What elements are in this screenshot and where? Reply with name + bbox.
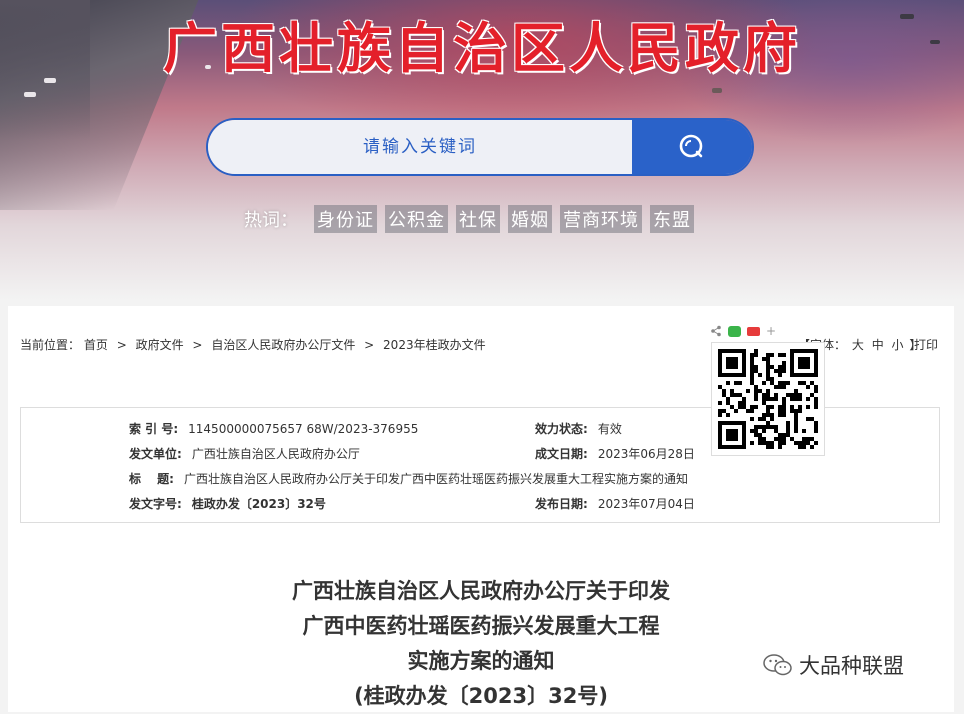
qr-code-image <box>718 349 818 449</box>
info-index-value: 114500000075657 68W/2023-376955 <box>188 422 419 436</box>
qr-code <box>711 342 825 456</box>
info-title-value: 广西壮族自治区人民政府办公厅关于印发广西中医药壮瑶医药振兴发展重大工程实施方案的… <box>183 472 688 486</box>
breadcrumb-prefix: 当前位置： <box>20 338 81 352</box>
document-title-line: (桂政办发〔2023〕32号) <box>354 684 608 708</box>
info-docno-label: 发文字号: <box>129 497 182 511</box>
share-bar: + <box>710 324 776 338</box>
info-status-value: 有效 <box>597 422 622 436</box>
info-docno: 发文字号: 桂政办发〔2023〕32号 <box>129 495 326 512</box>
breadcrumb-2023-docs[interactable]: 2023年桂政办文件 <box>383 338 486 352</box>
hot-word-tag[interactable]: 公积金 <box>385 205 448 233</box>
share-more-button[interactable]: + <box>766 324 776 338</box>
search-icon <box>679 134 703 158</box>
boat-decoration <box>712 88 722 93</box>
hot-word-tag[interactable]: 身份证 <box>314 205 377 233</box>
info-published-value: 2023年07月04日 <box>597 497 695 511</box>
breadcrumb-separator: > <box>192 338 203 352</box>
hot-word-tag[interactable]: 东盟 <box>650 205 694 233</box>
info-index: 索 引 号: 114500000075657 68W/2023-376955 <box>129 420 418 437</box>
info-created: 成文日期: 2023年06月28日 <box>535 445 695 462</box>
breadcrumb: 当前位置： 首页 > 政府文件 > 自治区人民政府办公厅文件 > 2023年桂政… <box>20 336 486 353</box>
info-docno-value: 桂政办发〔2023〕32号 <box>191 497 326 511</box>
info-created-value: 2023年06月28日 <box>597 447 695 461</box>
header-banner: 广西壮族自治区人民政府 热词： 身份证 公积金 社保 婚姻 营商环境 东盟 <box>0 0 964 300</box>
breadcrumb-gov-docs[interactable]: 政府文件 <box>136 338 184 352</box>
document-title: 广西壮族自治区人民政府办公厅关于印发 广西中医药壮瑶医药振兴发展重大工程 实施方… <box>8 574 954 714</box>
font-size-medium[interactable]: 中 <box>872 338 884 352</box>
weibo-icon[interactable] <box>747 326 760 336</box>
info-published-label: 发布日期: <box>535 497 588 511</box>
info-issuer: 发文单位: 广西壮族自治区人民政府办公厅 <box>129 445 360 462</box>
info-status-label: 效力状态: <box>535 422 588 436</box>
breadcrumb-separator: > <box>364 338 375 352</box>
wechat-logo-icon <box>763 654 792 676</box>
font-size-small[interactable]: 小 <box>892 338 904 352</box>
document-title-line: 广西壮族自治区人民政府办公厅关于印发 <box>292 579 670 603</box>
info-published: 发布日期: 2023年07月04日 <box>535 495 695 512</box>
search-button[interactable] <box>632 120 752 174</box>
print-button[interactable]: 打印 <box>914 336 938 353</box>
info-issuer-value: 广西壮族自治区人民政府办公厅 <box>191 447 360 461</box>
breadcrumb-separator: > <box>116 338 127 352</box>
wechat-icon[interactable] <box>728 325 741 337</box>
info-title-label: 标 题: <box>129 472 174 486</box>
info-title: 标 题: 广西壮族自治区人民政府办公厅关于印发广西中医药壮瑶医药振兴发展重大工程实… <box>129 470 688 487</box>
boat-decoration <box>24 92 36 97</box>
search-input[interactable] <box>208 120 632 174</box>
hot-words-label: 热词： <box>244 210 298 231</box>
breadcrumb-office-docs[interactable]: 自治区人民政府办公厅文件 <box>211 338 355 352</box>
info-created-label: 成文日期: <box>535 447 588 461</box>
breadcrumb-home[interactable]: 首页 <box>84 338 108 352</box>
share-icon[interactable] <box>710 325 722 337</box>
hot-word-tag[interactable]: 社保 <box>456 205 500 233</box>
info-index-label: 索 引 号: <box>129 422 179 436</box>
document-title-line: 广西中医药壮瑶医药振兴发展重大工程 <box>302 614 660 638</box>
info-status: 效力状态: 有效 <box>535 420 622 437</box>
wechat-watermark: 大品种联盟 <box>763 650 904 680</box>
watermark-text: 大品种联盟 <box>799 654 904 678</box>
hot-word-tag[interactable]: 婚姻 <box>508 205 552 233</box>
hot-words: 热词： 身份证 公积金 社保 婚姻 营商环境 东盟 <box>244 205 694 233</box>
search-bar <box>208 120 752 174</box>
font-size-large[interactable]: 大 <box>852 338 864 352</box>
info-issuer-label: 发文单位: <box>129 447 182 461</box>
hot-word-tag[interactable]: 营商环境 <box>560 205 642 233</box>
site-title: 广西壮族自治区人民政府 <box>163 17 801 80</box>
